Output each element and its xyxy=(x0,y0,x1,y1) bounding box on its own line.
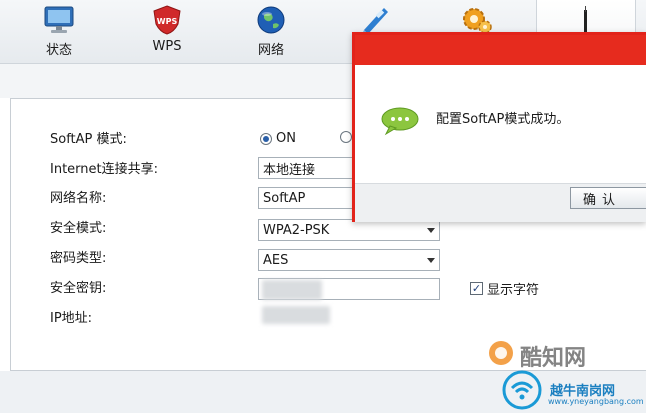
watermark-site: 酷知网 xyxy=(520,346,587,371)
cipher-type-select[interactable]: AES xyxy=(258,249,440,271)
cipher-type-label: 密码类型: xyxy=(50,251,107,266)
softap-on-label: ON xyxy=(276,131,296,146)
monitor-icon xyxy=(42,4,76,36)
toolbar-item-label: 状态 xyxy=(45,43,72,58)
ok-button[interactable]: 确认 xyxy=(570,187,646,209)
redacted-key-block xyxy=(262,280,322,300)
toolbar-item-label: 网络 xyxy=(257,43,284,58)
radio-dot xyxy=(260,132,272,145)
radio-dot xyxy=(340,131,352,143)
show-characters-checkbox[interactable]: ✓ 显示字符 xyxy=(470,279,539,298)
toolbar-item-status[interactable]: 状态 xyxy=(14,0,104,64)
show-characters-label: 显示字符 xyxy=(487,283,540,298)
chevron-down-icon xyxy=(427,258,435,263)
toolbar-item-wps[interactable]: WPS WPS xyxy=(122,0,212,64)
dialog-title-bar xyxy=(355,35,646,65)
network-name-value: SoftAP xyxy=(263,190,306,206)
network-name-label: 网络名称: xyxy=(50,191,107,206)
globe-icon xyxy=(254,4,288,36)
chevron-down-icon xyxy=(427,228,435,233)
dialog-message: 配置SoftAP模式成功。 xyxy=(436,112,570,127)
security-mode-value: WPA2-PSK xyxy=(263,222,330,238)
internet-sharing-value: 本地连接 xyxy=(263,162,316,178)
redacted-ip-block xyxy=(262,306,330,324)
chat-bubble-icon xyxy=(380,106,420,136)
security-mode-select[interactable]: WPA2-PSK xyxy=(258,219,440,241)
softap-off-radio[interactable] xyxy=(340,131,352,143)
security-mode-label: 安全模式: xyxy=(50,221,107,236)
cipher-type-value: AES xyxy=(263,252,289,268)
watermark-wifi-icon xyxy=(500,370,544,410)
watermark-site-2-url: www.yneyangbang.com xyxy=(548,397,644,406)
watermark-logo-icon xyxy=(486,338,516,368)
security-key-label: 安全密钥: xyxy=(50,281,107,296)
wps-shield-icon: WPS xyxy=(150,4,184,36)
toolbar-item-network[interactable]: 网络 xyxy=(226,0,316,64)
softap-on-radio[interactable]: ON xyxy=(260,131,296,146)
internet-sharing-label: Internet连接共享: xyxy=(50,162,158,177)
check-icon: ✓ xyxy=(470,282,483,295)
svg-text:WPS: WPS xyxy=(157,17,178,26)
ip-address-label: IP地址: xyxy=(50,311,93,326)
softap-mode-label: SoftAP 模式: xyxy=(50,132,127,147)
toolbar-item-label: WPS xyxy=(152,39,182,54)
